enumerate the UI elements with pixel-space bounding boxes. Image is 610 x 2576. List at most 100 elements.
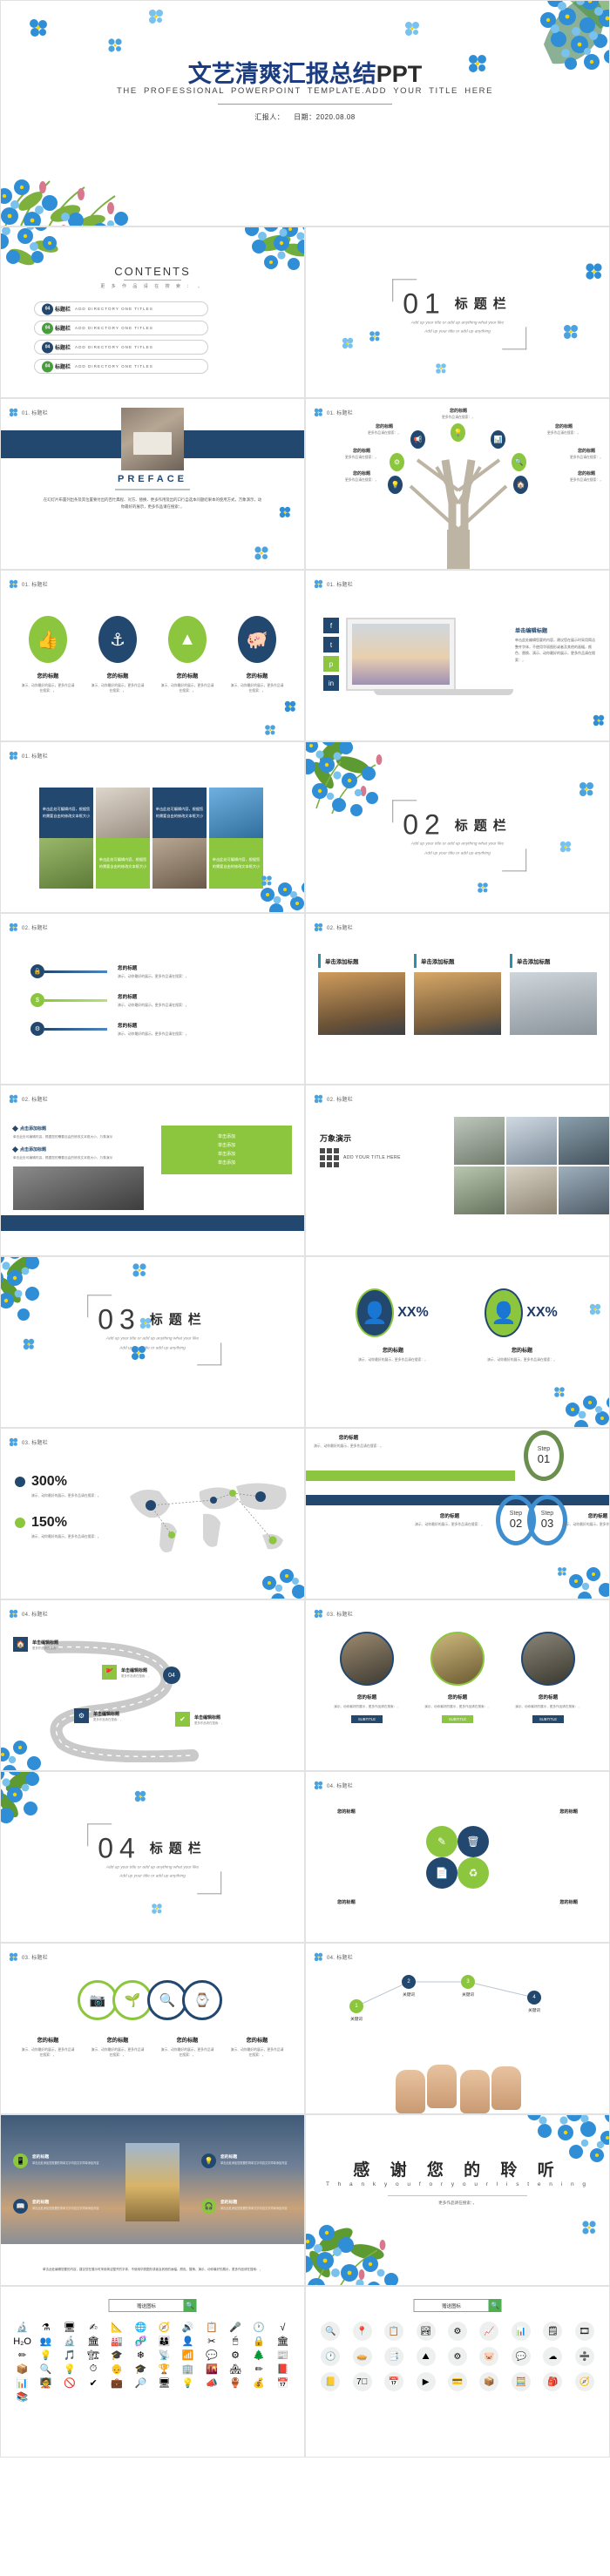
gift-icons-search[interactable]: 赠送图标 🔍: [413, 2299, 502, 2312]
gift-icon-cell[interactable]: 🎞: [571, 2322, 599, 2341]
gift-icon[interactable]: 👴: [106, 2363, 128, 2375]
gift-icon[interactable]: 📋: [384, 2322, 404, 2341]
gift-icon-cell[interactable]: 📦: [475, 2372, 503, 2391]
stat-item[interactable]: 150% 演示、动你最好的展示，更多作品请在搜索：，: [15, 1515, 112, 1540]
round-photo-item[interactable]: 您的标题 演示、动你最好的展示，更多作品请在搜索：， SUBTITLE: [330, 1632, 403, 1725]
mosaic-add-title[interactable]: ADD YOUR TITLE HERE: [320, 1148, 401, 1167]
gift-icon-cell[interactable]: 📍: [348, 2322, 376, 2341]
gift-icon[interactable]: 🏘: [224, 2363, 246, 2375]
clock-icon[interactable]: ⌚: [182, 1980, 222, 2020]
trash-icon[interactable]: 🗑: [458, 1825, 489, 1857]
gift-icon-cell[interactable]: 📅: [380, 2372, 408, 2391]
facebook-icon[interactable]: f: [323, 618, 339, 633]
mosaic-cell[interactable]: [506, 1166, 557, 1214]
slide-petal-cluster[interactable]: 04. 标题栏 ✎ 🗑 📄 ♻ 您的标题 您的标题 您的标题 您的标题: [305, 1771, 610, 1943]
gender-item-male[interactable]: 👤 XX% 您的标题 演示、动你最好的展示，更多作品请在搜索：，: [336, 1290, 450, 1363]
slide-thanks[interactable]: 感 谢 您 的 聆 听 T h a n k y o u f o r y o u …: [305, 2114, 610, 2286]
twitter-icon[interactable]: t: [323, 637, 339, 652]
gift-icon-cell[interactable]: 📒: [316, 2372, 344, 2391]
gift-icon[interactable]: 🖥: [58, 2322, 80, 2333]
green-panel[interactable]: 单击添加 单击添加 单击添加 单击添加: [161, 1126, 292, 1174]
gift-icon-cell[interactable]: 🎒: [539, 2372, 566, 2391]
gift-icon[interactable]: 📅: [272, 2377, 294, 2389]
gift-icon[interactable]: 📒: [321, 2372, 341, 2391]
gift-icon[interactable]: ⏱: [82, 2363, 104, 2375]
gift-icon[interactable]: 📍: [352, 2322, 372, 2341]
gift-icon[interactable]: 📊: [11, 2377, 33, 2389]
timeline-node-2[interactable]: 2: [402, 1975, 416, 1989]
round-photo-item[interactable]: 您的标题 演示、动你最好的展示，更多作品请在搜索：， SUBTITLE: [421, 1632, 494, 1725]
search-icon[interactable]: 🔍: [183, 2299, 197, 2312]
gift-icon[interactable]: 🎒: [543, 2372, 563, 2391]
slide-section-04[interactable]: 04 标题栏 Add up your title or add up anyth…: [0, 1771, 305, 1943]
timeline-node-1[interactable]: 1: [349, 1999, 363, 2013]
gender-item-female[interactable]: 👤 XX% 您的标题 演示、动你最好的展示，更多作品请在搜索：，: [465, 1290, 579, 1363]
gift-icon[interactable]: 🔒: [248, 2336, 270, 2347]
mosaic-cell[interactable]: [454, 1166, 505, 1214]
grid-cell-image[interactable]: [152, 838, 207, 889]
gift-icon[interactable]: 👨‍👩‍👦: [153, 2336, 175, 2347]
mosaic-cell[interactable]: [559, 1166, 609, 1214]
gift-icon[interactable]: 🧑‍🏫: [35, 2377, 57, 2389]
stat-item[interactable]: 300% 演示、动你最好的展示，更多作品请在搜索：，: [15, 1474, 112, 1499]
gift-icon[interactable]: 📐: [106, 2322, 128, 2333]
pinterest-icon[interactable]: p: [323, 656, 339, 672]
feature-item[interactable]: ▲ 您的标题 演示、动你最好的展示，更多作品请在搜索：，: [160, 616, 214, 694]
gift-icon[interactable]: 💳: [447, 2372, 467, 2391]
gift-icon-cell[interactable]: 💳: [444, 2372, 471, 2391]
gift-icon[interactable]: ⚙: [447, 2347, 467, 2366]
gift-icon[interactable]: ⛰: [416, 2347, 436, 2366]
gift-icon[interactable]: 💬: [511, 2347, 531, 2366]
gift-icon[interactable]: 🔬: [58, 2336, 80, 2347]
gift-icon-cell[interactable]: 🕐: [316, 2347, 344, 2366]
tree-node-icon[interactable]: 💡: [451, 423, 465, 442]
gift-icon[interactable]: 🎤: [224, 2322, 246, 2333]
gift-icon[interactable]: 🖱: [224, 2336, 246, 2347]
mosaic-cell[interactable]: [559, 1117, 609, 1165]
slide-road-map[interactable]: 04. 标题栏 🏠 单击编辑标题 更多作品请在搜索：， 🚩 单击编辑标题 更多作品请…: [0, 1599, 305, 1771]
gift-icon[interactable]: ✂: [200, 2336, 222, 2347]
tree-node-icon[interactable]: 📢: [410, 430, 425, 449]
gift-icon[interactable]: 📈: [479, 2322, 499, 2341]
gift-icon-cell[interactable]: 🏞: [411, 2322, 439, 2341]
slide-section-03[interactable]: 03 标题栏 Add up your title or add up anyth…: [0, 1256, 305, 1428]
gift-icon[interactable]: 🧭: [153, 2322, 175, 2333]
gift-icon[interactable]: 💼: [106, 2377, 128, 2389]
gift-icon[interactable]: ➗: [574, 2347, 594, 2366]
slide-round-photos[interactable]: 03. 标题栏 您的标题 演示、动你最好的展示，更多作品请在搜索：， SUBTI…: [305, 1599, 610, 1771]
gift-icon[interactable]: 🏗: [82, 2350, 104, 2361]
gift-icon[interactable]: 🗒: [543, 2322, 563, 2341]
slide-mosaic[interactable]: 02. 标题栏 万象演示 ADD YOUR TITLE HERE: [305, 1085, 610, 1256]
pencil-icon[interactable]: ✎: [426, 1825, 458, 1857]
gift-icon[interactable]: ☁: [543, 2347, 563, 2366]
list-item[interactable]: ⚙ 您的标题 演示、动你最好的展示，更多作品请在搜索：，: [30, 1022, 274, 1037]
gift-icon-cell[interactable]: 🗒: [539, 2322, 566, 2341]
gift-icon-cell[interactable]: 💬: [507, 2347, 535, 2366]
gift-icon-cell[interactable]: ⚙: [444, 2347, 471, 2366]
gift-icon[interactable]: ✏: [248, 2363, 270, 2375]
gift-icon[interactable]: 🔬: [11, 2322, 33, 2333]
slide-contents[interactable]: CONTENTS 更 多 作 品 请 在 搜 索 ： ， 04 标题栏 ADD …: [0, 226, 305, 398]
gift-icon[interactable]: 📅: [384, 2372, 404, 2391]
grid-cell-text[interactable]: 单击此处可编辑内容，根据您的需要自由的修改文本框大小: [39, 788, 93, 838]
linkedin-icon[interactable]: in: [323, 675, 339, 691]
slide-split-compare[interactable]: 02. 标题栏 点击添加标题 单击此处可编辑内容，根据您的需要自由的修改文本框大…: [0, 1085, 305, 1256]
gift-icon[interactable]: 💬: [200, 2350, 222, 2361]
slide-gift-icons-line[interactable]: 赠送图标 🔍 🔬 ⚗ 🖥 ✍ 📐 🌐 🧭 🔊 📋 🎤 🕐 √ H₂O 👥 🔬 🏛 🏭 🧬 👨‍👩‍👦 👤 ✂ 🖱 🔒 🏛 ✏ 💡 🎵…: [0, 2286, 305, 2458]
slide-laptop[interactable]: 01. 标题栏 f t p in 单击编辑标题 单击此处编辑您要的内容，建议您在…: [305, 570, 610, 741]
gift-icon[interactable]: 7⃣: [352, 2372, 372, 2391]
tree-node-icon[interactable]: 📊: [491, 430, 505, 449]
round-photo-item[interactable]: 您的标题 演示、动你最好的展示，更多作品请在搜索：， SUBTITLE: [512, 1632, 585, 1725]
gift-icon-cell[interactable]: ⚙: [444, 2322, 471, 2341]
gift-icon-cell[interactable]: 📈: [475, 2322, 503, 2341]
gift-icon[interactable]: ❄: [130, 2350, 152, 2361]
feature-item[interactable]: ⚓ 您的标题 演示、动你最好的展示，更多作品请在搜索：，: [91, 616, 145, 694]
gift-icon[interactable]: 🏛: [82, 2336, 104, 2347]
gift-icon-cell[interactable]: 7⃣: [348, 2372, 376, 2391]
gift-icon[interactable]: 🌲: [248, 2350, 270, 2361]
gift-icon[interactable]: 📋: [200, 2322, 222, 2333]
gift-icon[interactable]: 🏆: [153, 2363, 175, 2375]
grid-cell-image[interactable]: [209, 788, 263, 838]
slide-timeline-hands[interactable]: 04. 标题栏 1 2 3 4 关键词 关键词 关键词 关键词: [305, 1943, 610, 2114]
slide-section-02[interactable]: 02 标题栏 Add up your title or add up anyth…: [305, 741, 610, 913]
